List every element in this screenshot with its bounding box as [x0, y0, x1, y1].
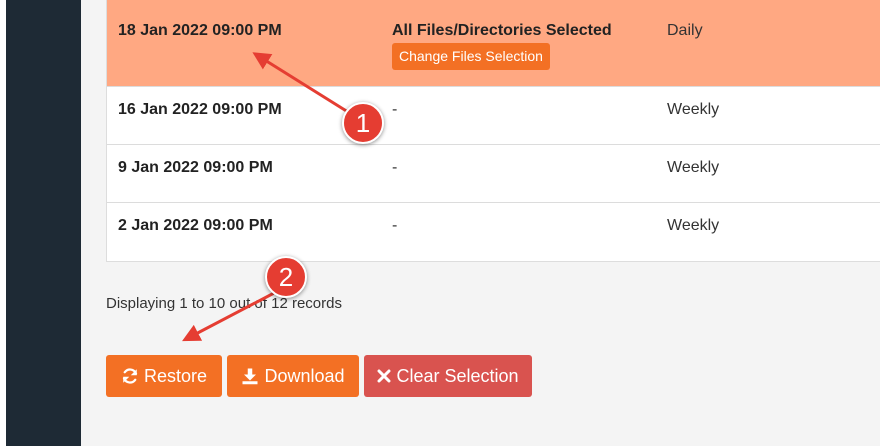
files-selection-status: -	[392, 159, 398, 176]
table-row-selected[interactable]: 18 Jan 2022 09:00 PM All Files/Directori…	[107, 0, 880, 87]
download-icon	[241, 367, 259, 385]
table-row[interactable]: 2 Jan 2022 09:00 PM - Weekly	[107, 203, 880, 261]
download-button[interactable]: Download	[227, 355, 359, 397]
backup-frequency: Daily	[667, 22, 703, 39]
change-files-selection-button[interactable]: Change Files Selection	[392, 43, 550, 70]
backup-frequency: Weekly	[667, 217, 720, 234]
table-row[interactable]: 9 Jan 2022 09:00 PM - Weekly	[107, 145, 880, 203]
restore-label: Restore	[143, 365, 208, 386]
times-icon	[377, 369, 391, 383]
records-count: Displaying 1 to 10 out of 12 records	[106, 295, 342, 312]
backup-date: 2 Jan 2022 09:00 PM	[118, 217, 273, 234]
files-selection-status: -	[392, 101, 398, 118]
refresh-icon	[121, 367, 139, 385]
table-row[interactable]: 16 Jan 2022 09:00 PM - Weekly	[107, 87, 880, 145]
restore-button[interactable]: Restore	[106, 355, 222, 397]
backup-date: 16 Jan 2022 09:00 PM	[118, 101, 282, 118]
annotation-badge-2: 2	[265, 256, 307, 298]
files-selection-status: All Files/Directories Selected	[392, 22, 612, 39]
backup-frequency: Weekly	[667, 101, 720, 118]
annotation-badge-1: 1	[342, 102, 384, 144]
clear-selection-button[interactable]: Clear Selection	[364, 355, 532, 397]
backup-date: 18 Jan 2022 09:00 PM	[118, 22, 282, 39]
download-label: Download	[264, 365, 345, 386]
window-edge	[0, 0, 6, 446]
backup-date: 9 Jan 2022 09:00 PM	[118, 159, 273, 176]
backup-frequency: Weekly	[667, 159, 720, 176]
files-selection-status: -	[392, 217, 398, 234]
backups-table: 18 Jan 2022 09:00 PM All Files/Directori…	[106, 0, 880, 262]
clear-selection-label: Clear Selection	[396, 365, 519, 386]
sidebar	[0, 0, 81, 446]
